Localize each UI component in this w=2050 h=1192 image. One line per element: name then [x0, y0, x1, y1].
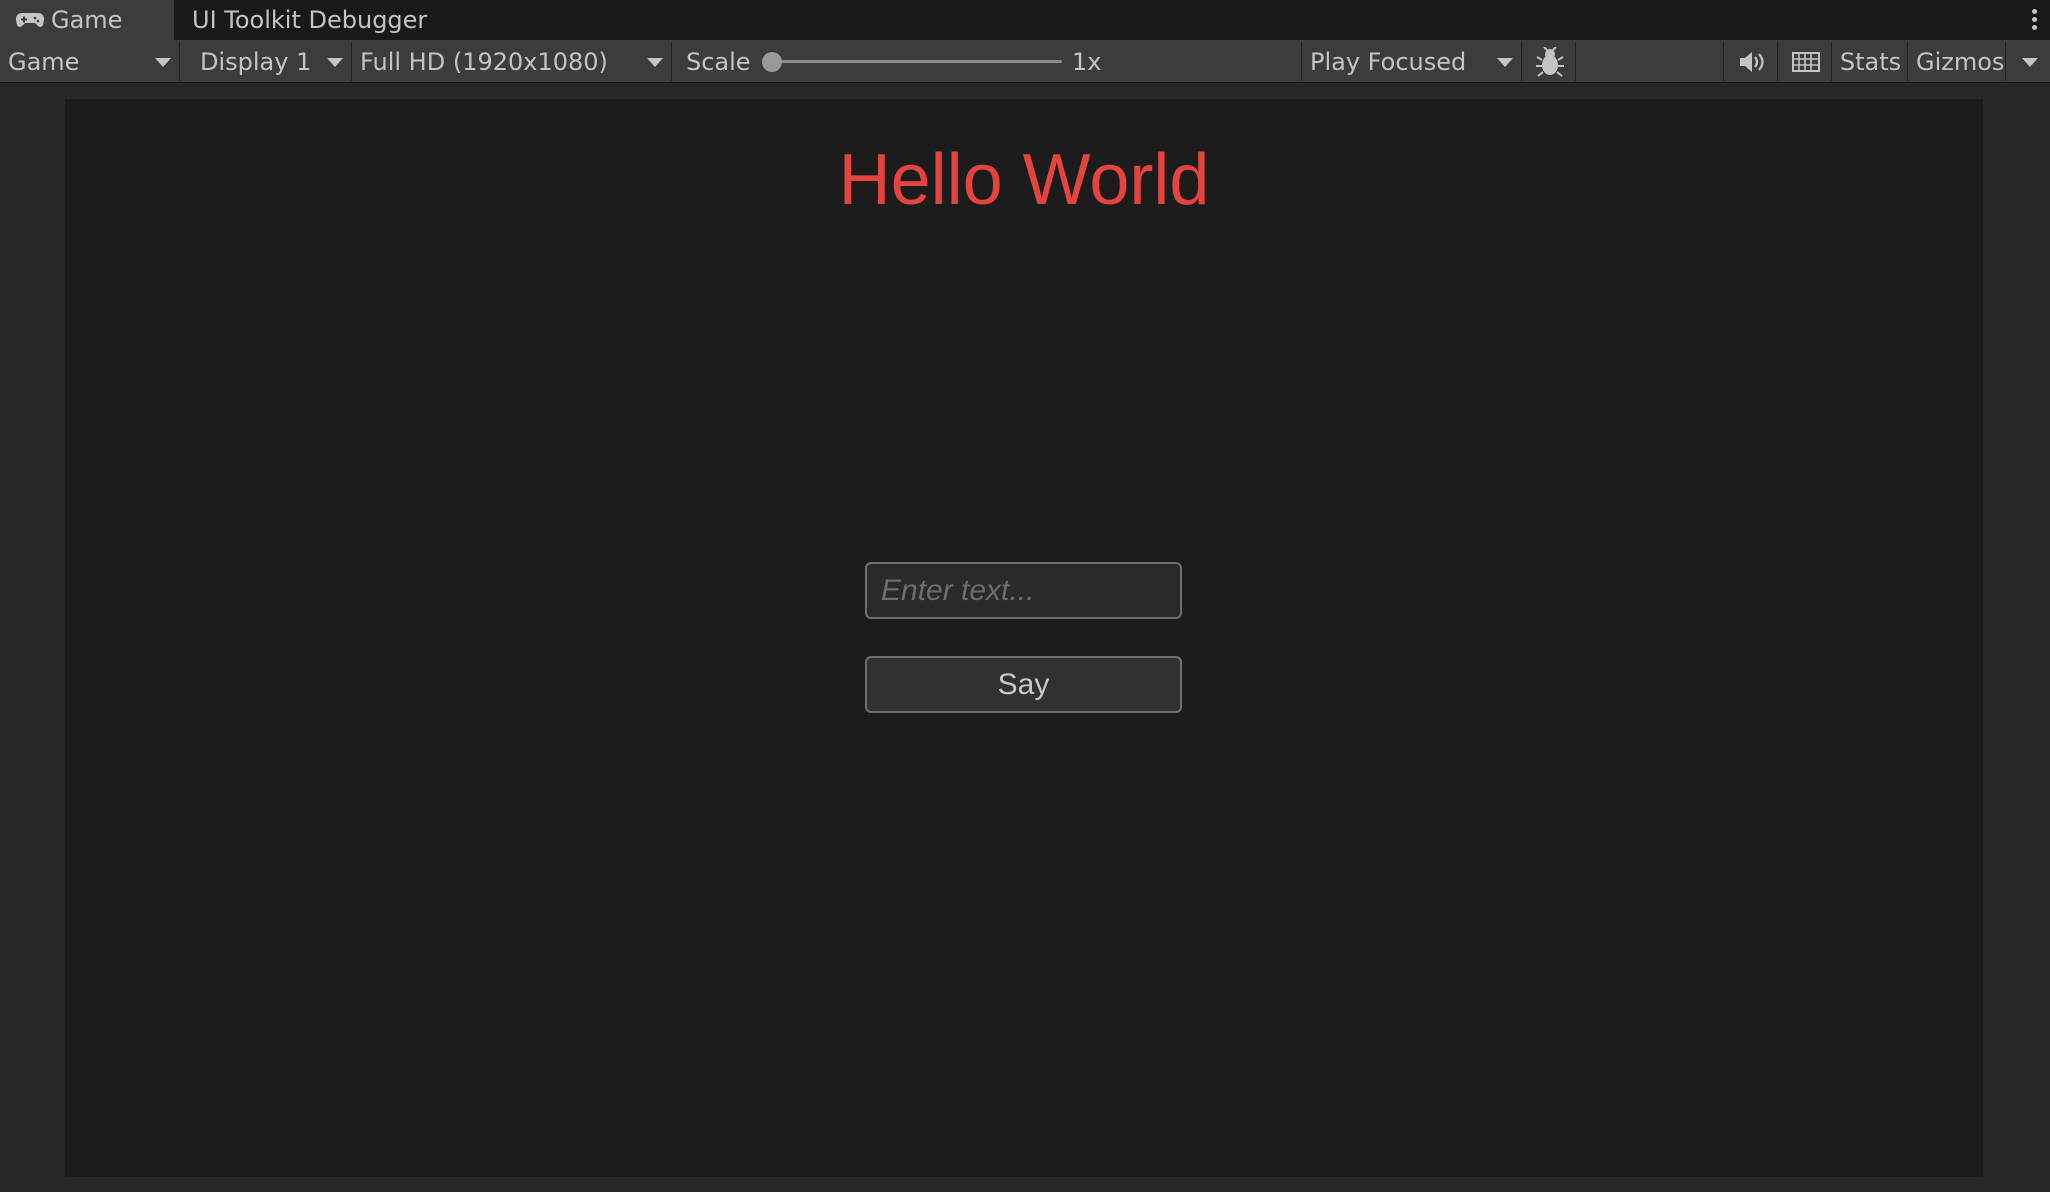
bug-icon	[1535, 46, 1564, 77]
keyboard-icon	[1791, 51, 1820, 72]
gizmos-label: Gizmos	[1916, 47, 2005, 76]
hello-title: Hello World	[838, 140, 1210, 220]
game-viewport[interactable]: Hello World Say	[65, 99, 1983, 1177]
scale-slider-thumb[interactable]	[762, 52, 782, 72]
say-button[interactable]: Say	[865, 656, 1182, 713]
display-dropdown[interactable]: Display 1	[182, 42, 352, 81]
play-mode-value: Play Focused	[1310, 47, 1467, 76]
debug-button[interactable]	[1524, 42, 1576, 81]
more-options-icon[interactable]	[2030, 6, 2038, 34]
chevron-down-icon	[2022, 58, 2038, 67]
gamepad-icon	[15, 12, 45, 27]
scale-slider-track[interactable]	[770, 60, 1062, 63]
chevron-down-icon	[647, 58, 663, 67]
tab-game-label: Game	[51, 6, 123, 34]
game-toolbar: Game Display 1 Full HD (1920x1080) Scale…	[0, 40, 2050, 83]
resolution-value: Full HD (1920x1080)	[360, 47, 608, 76]
view-mode-dropdown[interactable]: Game	[0, 42, 180, 81]
gizmos-button[interactable]: Gizmos	[1910, 42, 2006, 81]
scale-control: Scale 1x	[674, 42, 1302, 81]
gizmos-dropdown[interactable]	[2008, 42, 2050, 81]
toolbar-spacer	[1578, 42, 1724, 81]
text-input[interactable]	[865, 562, 1182, 619]
chevron-down-icon	[1497, 58, 1513, 67]
chevron-down-icon	[155, 58, 171, 67]
resolution-dropdown[interactable]: Full HD (1920x1080)	[354, 42, 672, 81]
tab-ui-toolkit-debugger[interactable]: UI Toolkit Debugger	[174, 0, 474, 40]
tab-debugger-label: UI Toolkit Debugger	[192, 6, 428, 34]
stats-label: Stats	[1839, 47, 1902, 76]
stats-button[interactable]: Stats	[1834, 42, 1908, 81]
speaker-icon	[1739, 51, 1764, 72]
chevron-down-icon	[327, 58, 343, 67]
tab-strip: Game UI Toolkit Debugger	[0, 0, 2050, 40]
shortcuts-button[interactable]	[1780, 42, 1832, 81]
play-mode-dropdown[interactable]: Play Focused	[1304, 42, 1522, 81]
mute-audio-button[interactable]	[1726, 42, 1778, 81]
tab-game[interactable]: Game	[0, 0, 174, 40]
view-mode-value: Game	[8, 47, 80, 76]
scale-value: 1x	[1072, 48, 1102, 76]
display-value: Display 1	[200, 47, 312, 76]
game-view-area: Hello World Say	[0, 84, 2050, 1192]
scale-label: Scale	[686, 47, 751, 76]
